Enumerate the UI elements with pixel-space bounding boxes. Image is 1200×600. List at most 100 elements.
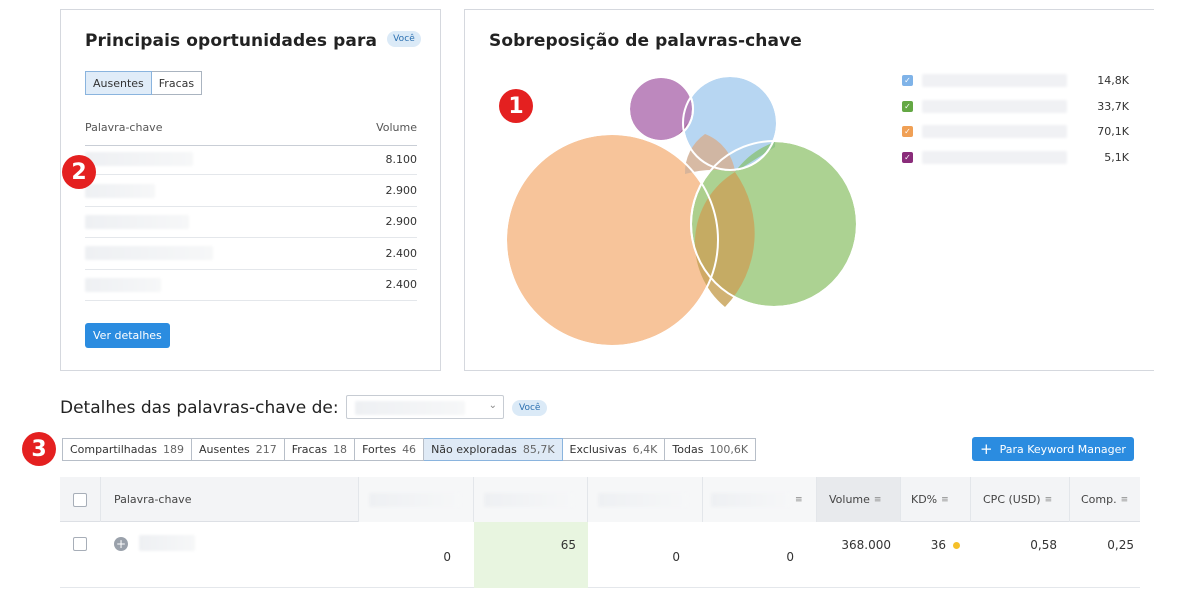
position-cell: 0 [443, 550, 451, 564]
filter-nao-exploradas[interactable]: Não exploradas 85,7K [424, 438, 563, 461]
kd-difficulty-dot-icon [953, 541, 960, 549]
filter-compartilhadas[interactable]: Compartilhadas 189 [62, 438, 192, 461]
table-header: Palavra-chave ≡ Volume ≡ KD% ≡ CPC (USD) ≡ … [60, 477, 1140, 522]
venn-legend: ✓ 14,8K ✓ 33,7K ✓ 70,1K ✓ 5,1K [902, 68, 1142, 170]
you-badge: Você [387, 31, 421, 47]
checkbox-checked-icon[interactable]: ✓ [902, 151, 913, 163]
annotation-marker-2: 2 [62, 155, 96, 189]
plus-icon: + [980, 440, 993, 458]
filter-fracas[interactable]: Fracas 18 [284, 438, 356, 461]
table-row: + 0 65 0 0 368.000 36 0,58 0,25 [60, 522, 1140, 588]
col-domain-1[interactable] [359, 477, 474, 522]
tab-fracas[interactable]: Fracas [151, 71, 203, 95]
table-row: 8.100 [85, 144, 418, 176]
comp-cell: 0,25 [1107, 538, 1134, 552]
row-select-cell [60, 522, 101, 588]
domain-redacted [922, 99, 1067, 113]
volume-value: 2.900 [385, 215, 418, 229]
col-domain-3[interactable] [588, 477, 703, 522]
domain-redacted [711, 492, 791, 507]
col-keyword: Palavra-chave [85, 121, 163, 134]
annotation-marker-3: 3 [22, 432, 56, 466]
table-row: 2.400 [85, 238, 418, 270]
keyword-redacted[interactable] [85, 152, 193, 167]
checkbox-checked-icon[interactable]: ✓ [902, 126, 913, 138]
keyword-filter-tabs: Compartilhadas 189 Ausentes 217 Fracas 18 F… [62, 438, 757, 461]
domain-redacted [369, 492, 461, 507]
table-row: 2.900 [85, 207, 418, 239]
volume-value: 8.100 [385, 152, 418, 166]
position-cell: 65 [474, 522, 588, 588]
col-keyword[interactable]: Palavra-chave [101, 477, 359, 522]
volume-cell: 368.000 [841, 538, 891, 552]
col-kd[interactable]: KD% ≡ [901, 477, 971, 522]
filter-fortes[interactable]: Fortes 46 [355, 438, 425, 461]
domain-redacted [484, 492, 574, 507]
legend-item[interactable]: ✓ 33,7K [902, 94, 1142, 120]
filter-exclusivas[interactable]: Exclusivas 6,4K [562, 438, 666, 461]
keyword-manager-button[interactable]: + Para Keyword Manager [972, 437, 1134, 461]
filter-todas[interactable]: Todas 100,6K [665, 438, 757, 461]
domain-redacted [355, 401, 465, 415]
tab-ausentes[interactable]: Ausentes [85, 71, 152, 95]
annotation-marker-1: 1 [499, 89, 533, 123]
opportunities-card: Principais oportunidades para Você Ausen… [60, 9, 441, 371]
position-cell: 0 [786, 550, 794, 564]
opportunities-table: 8.100 2.900 2.900 2.400 2.400 [85, 144, 417, 301]
checkbox-checked-icon[interactable]: ✓ [902, 75, 913, 87]
domain-select[interactable]: ⌄ [346, 395, 504, 419]
sort-icon: ≡ [1044, 494, 1053, 505]
filter-ausentes[interactable]: Ausentes 217 [191, 438, 285, 461]
sort-icon: ≡ [873, 494, 882, 505]
details-title: Detalhes das palavras-chave de: [60, 398, 339, 418]
opportunities-table-header: Palavra-chave Volume [85, 121, 417, 146]
opportunities-title: Principais oportunidades para Você [85, 31, 421, 51]
volume-value: 2.400 [385, 278, 418, 292]
domain-redacted [922, 150, 1067, 164]
select-all-checkbox[interactable] [73, 492, 87, 507]
keyword-redacted[interactable] [85, 214, 189, 229]
cpc-cell: 0,58 [1030, 538, 1057, 552]
keyword-redacted[interactable] [85, 183, 155, 198]
legend-count: 14,8K [1097, 74, 1129, 88]
keyword-details-table: Palavra-chave ≡ Volume ≡ KD% ≡ CPC (USD) ≡ … [60, 477, 1140, 588]
overlap-title: Sobreposição de palavras-chave [489, 31, 802, 51]
position-cell: 0 [672, 550, 680, 564]
col-comp[interactable]: Comp. ≡ [1070, 477, 1140, 522]
keyword-redacted[interactable] [139, 535, 195, 551]
legend-item[interactable]: ✓ 5,1K [902, 145, 1142, 171]
col-volume: Volume [376, 121, 417, 134]
legend-count: 5,1K [1104, 150, 1129, 164]
domain-redacted [922, 74, 1067, 88]
overlap-card: Sobreposição de palavras-chave ✓ 14,8K ✓… [464, 9, 1154, 371]
venn-diagram [505, 75, 858, 347]
col-cpc[interactable]: CPC (USD) ≡ [971, 477, 1070, 522]
legend-count: 33,7K [1097, 99, 1129, 113]
legend-item[interactable]: ✓ 70,1K [902, 119, 1142, 145]
table-row: 2.900 [85, 175, 417, 207]
chevron-down-icon: ⌄ [488, 400, 497, 411]
col-volume[interactable]: Volume ≡ [817, 477, 901, 522]
domain-redacted [922, 125, 1067, 139]
row-checkbox[interactable] [73, 537, 87, 551]
domain-redacted [598, 492, 688, 507]
col-domain-4[interactable]: ≡ [703, 477, 817, 522]
col-domain-2[interactable] [474, 477, 588, 522]
add-keyword-icon[interactable]: + [114, 537, 128, 551]
kd-cell: 36 [901, 522, 971, 588]
table-row: 2.400 [85, 270, 417, 301]
select-all-cell [60, 477, 101, 522]
legend-item[interactable]: ✓ 14,8K [902, 68, 1142, 94]
checkbox-checked-icon[interactable]: ✓ [902, 100, 913, 112]
volume-value: 2.400 [385, 246, 418, 260]
sort-icon: ≡ [795, 494, 803, 505]
keyword-redacted[interactable] [85, 246, 213, 261]
you-badge: Você [512, 400, 548, 416]
opportunities-tabs: Ausentes Fracas [85, 71, 203, 95]
keyword-redacted[interactable] [85, 277, 161, 292]
sort-icon: ≡ [1120, 494, 1129, 505]
legend-count: 70,1K [1097, 125, 1129, 139]
keyword-cell: + [101, 522, 359, 588]
sort-icon: ≡ [941, 494, 949, 505]
view-details-button[interactable]: Ver detalhes [85, 323, 170, 348]
